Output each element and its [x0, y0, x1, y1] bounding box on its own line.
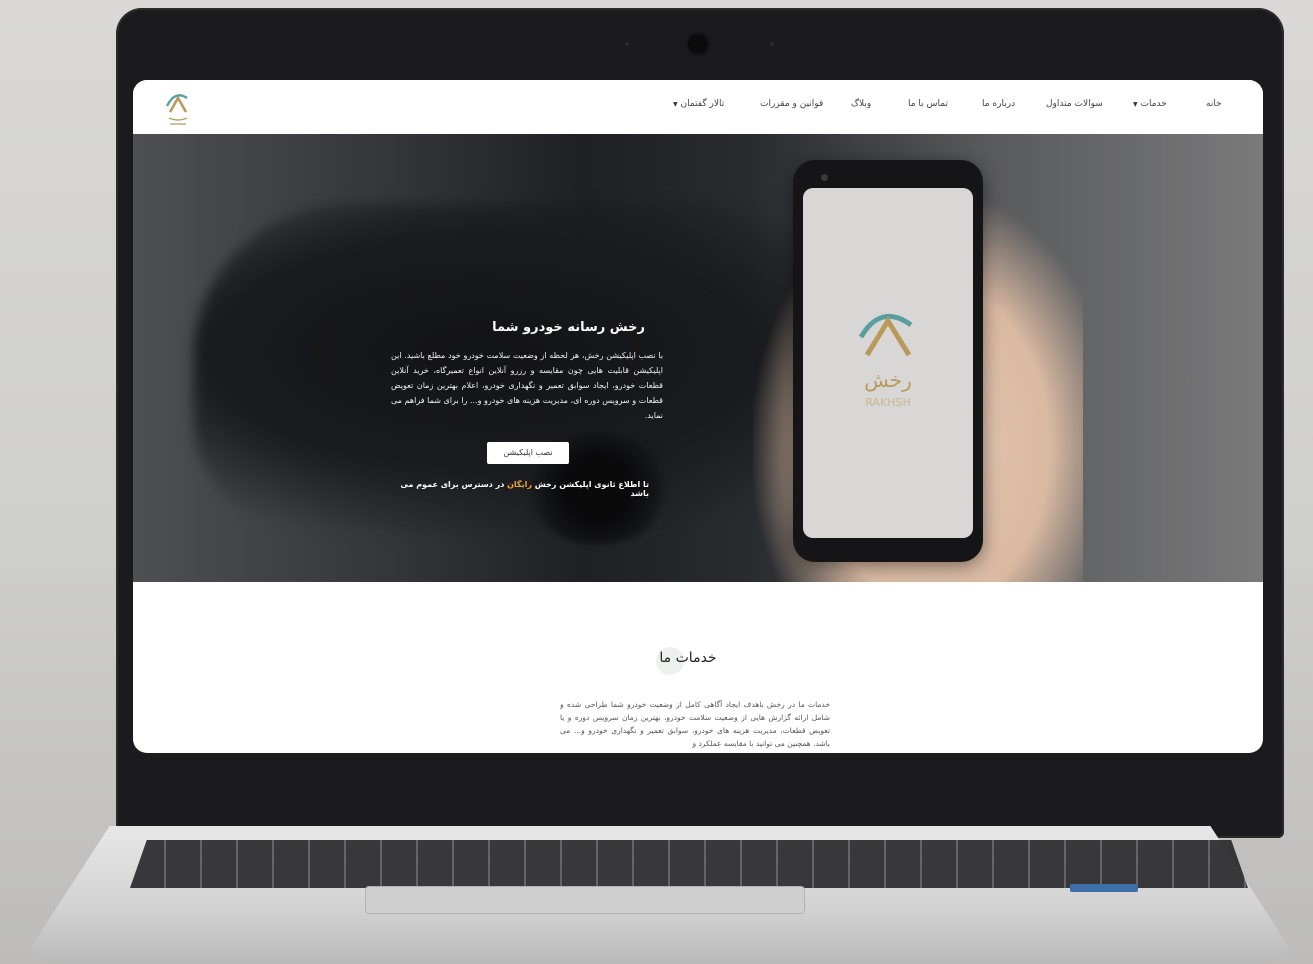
sensor-dot	[770, 42, 774, 46]
phone-mockup: رخش RAKHSH	[793, 160, 983, 562]
chevron-down-icon: ▼	[1133, 101, 1138, 108]
nav-rules[interactable]: قوانین و مقررات	[760, 99, 823, 109]
phone-screen: رخش RAKHSH	[803, 188, 973, 538]
nav-home[interactable]: خانه	[1206, 99, 1222, 109]
rakhsh-logo-icon[interactable]	[161, 86, 195, 128]
top-navbar: خانه خدمات ▼ سوالات متداول درباره ما تما…	[133, 80, 1263, 134]
hero-overlay	[133, 134, 1263, 582]
nav-contact[interactable]: تماس با ما	[908, 99, 948, 109]
hero-section: رخش RAKHSH رخش رسانه خودرو شما با نصب اپ…	[133, 134, 1263, 582]
note-highlight: رایگان	[507, 480, 532, 489]
nav-forum-label: تالار گفتمان	[680, 99, 725, 109]
nav-forum[interactable]: تالار گفتمان ▼	[673, 99, 724, 109]
services-description: خدمات ما در رخش باهدف ایجاد آگاهی کامل ا…	[560, 700, 830, 748]
hero-free-note: تا اطلاع ثانوی اپلیکشن رخش رایگان در دست…	[383, 480, 649, 498]
hero-description: با نصب اپلیکیشن رخش، هر لحظه از وضعیت سل…	[391, 351, 663, 420]
nav-services-label: خدمات	[1140, 99, 1167, 109]
phone-logo-text: رخش	[864, 368, 912, 392]
nav-blog[interactable]: وبلاگ	[851, 99, 871, 109]
nav-services[interactable]: خدمات ▼	[1133, 99, 1167, 109]
rakhsh-app-logo-icon: رخش RAKHSH	[858, 314, 913, 409]
phone-logo-latin: RAKHSH	[865, 396, 910, 409]
chevron-down-icon: ▼	[673, 101, 678, 108]
phone-camera-icon	[821, 174, 828, 181]
keyboard	[130, 840, 1248, 888]
sensor-dot	[625, 42, 629, 46]
nav-about[interactable]: درباره ما	[982, 99, 1015, 109]
services-title: خدمات ما	[659, 650, 717, 666]
website-screen: خانه خدمات ▼ سوالات متداول درباره ما تما…	[133, 80, 1263, 753]
hero-title: رخش رسانه خودرو شما	[492, 320, 645, 335]
trackpad	[365, 886, 805, 914]
sticker	[1070, 884, 1138, 892]
note-text-start: تا اطلاع ثانوی اپلیکشن رخش	[531, 480, 649, 489]
nav-faq[interactable]: سوالات متداول	[1046, 99, 1103, 109]
install-app-button[interactable]: نصب اپلیکیشن	[487, 442, 569, 464]
webcam-icon	[688, 34, 708, 54]
